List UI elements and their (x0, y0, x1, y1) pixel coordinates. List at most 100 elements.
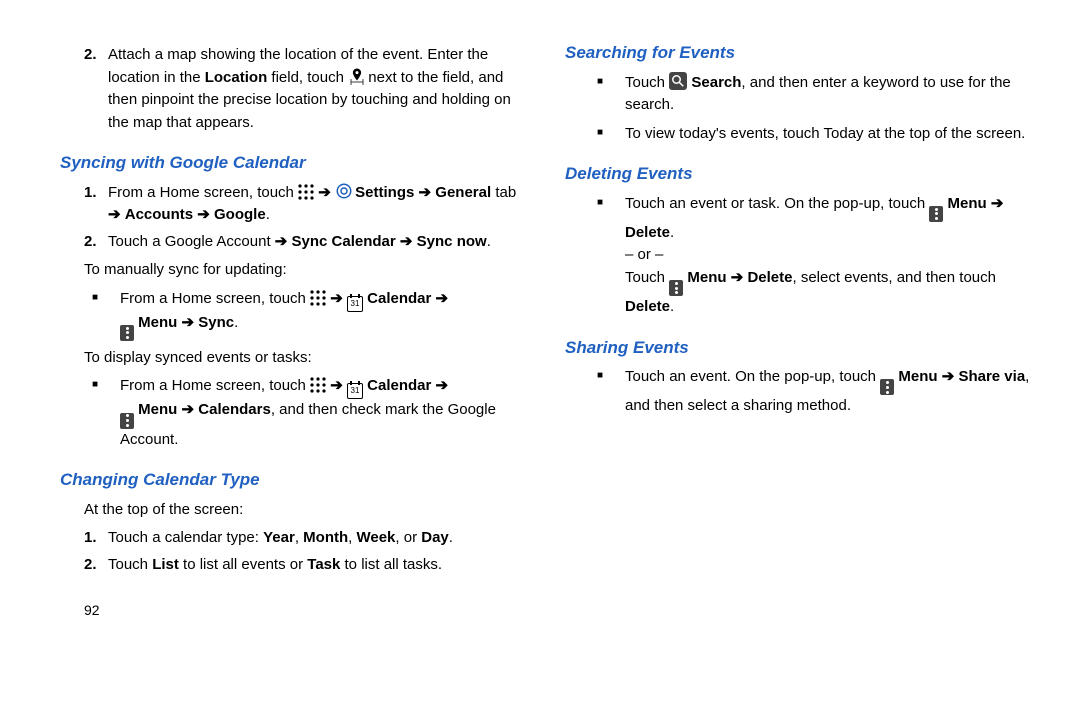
bold: Accounts (125, 206, 193, 223)
page-number: 92 (84, 600, 525, 621)
bold: Calendar (367, 377, 431, 394)
bullet-list: Touch Search, and then enter a keyword t… (565, 72, 1030, 146)
map-pin-icon (348, 67, 364, 83)
bold: Month (303, 529, 348, 546)
bold: General (435, 184, 491, 201)
text: From a Home screen, touch (108, 184, 298, 201)
number-label: 1. (84, 527, 97, 550)
bullet-list: Touch an event or task. On the pop-up, t… (565, 193, 1030, 319)
apps-grid-icon (310, 290, 326, 306)
arrow-icon: ➔ (182, 314, 195, 331)
list-item: Touch Search, and then enter a keyword t… (589, 72, 1030, 117)
apps-grid-icon (298, 184, 314, 200)
text: , and then check mark the Google Account… (120, 401, 496, 447)
text: Touch an event. On the pop-up, touch (625, 368, 880, 385)
list-item: To view today's events, touch Today at t… (589, 123, 1030, 146)
text: Touch (625, 269, 669, 286)
bold: Delete (747, 269, 792, 286)
list-item: 2. Attach a map showing the location of … (84, 44, 525, 134)
bold: Share via (958, 368, 1025, 385)
text: Touch a Google Account (108, 233, 275, 250)
menu-dots-icon (880, 379, 894, 395)
numbered-list-sync: 1. From a Home screen, touch ➔ Settings … (60, 182, 525, 254)
para: To display synced events or tasks: (84, 347, 525, 370)
bold: Search (691, 74, 741, 91)
arrow-icon: ➔ (419, 184, 432, 201)
list-item: From a Home screen, touch ➔ 31 Calendar … (84, 375, 525, 451)
heading-sharing: Sharing Events (565, 335, 1030, 361)
list-item: 1. From a Home screen, touch ➔ Settings … (84, 182, 525, 227)
menu-dots-icon (669, 280, 683, 296)
arrow-icon: ➔ (275, 233, 288, 250)
bold: Year (263, 529, 295, 546)
bold: Sync Calendar (292, 233, 396, 250)
heading-changing: Changing Calendar Type (60, 467, 525, 493)
bold: Settings (355, 184, 414, 201)
arrow-icon: ➔ (108, 206, 121, 223)
menu-dots-icon (120, 413, 134, 429)
bold: Delete (625, 298, 670, 315)
bold: Sync now (417, 233, 487, 250)
arrow-icon: ➔ (197, 206, 210, 223)
bold: Menu (898, 368, 937, 385)
right-column: Searching for Events Touch Search, and t… (565, 40, 1030, 621)
bold: Location (205, 69, 268, 86)
arrow-icon: ➔ (991, 195, 1004, 212)
bold: Menu (138, 401, 177, 418)
text: – or – (625, 246, 663, 263)
arrow-icon: ➔ (400, 233, 413, 250)
numbered-list-top: 2. Attach a map showing the location of … (60, 44, 525, 134)
text: Touch an event or task. On the pop-up, t… (625, 195, 929, 212)
text: From a Home screen, touch (120, 377, 310, 394)
settings-gear-icon (335, 182, 351, 198)
text: to list all events or (179, 556, 307, 573)
para: To manually sync for updating: (84, 259, 525, 282)
menu-dots-icon (929, 206, 943, 222)
bold: Google (214, 206, 266, 223)
arrow-icon: ➔ (318, 184, 331, 201)
list-item: 1. Touch a calendar type: Year, Month, W… (84, 527, 525, 550)
list-item: 2. Touch a Google Account ➔ Sync Calenda… (84, 231, 525, 254)
bold: Menu (687, 269, 726, 286)
list-item: From a Home screen, touch ➔ 31 Calendar … (84, 288, 525, 341)
text: field, touch (267, 69, 348, 86)
number-label: 2. (84, 44, 97, 67)
text: , select events, and then touch (793, 269, 996, 286)
bold: Menu (948, 195, 987, 212)
arrow-icon: ➔ (330, 290, 343, 307)
bold: List (152, 556, 179, 573)
heading-searching: Searching for Events (565, 40, 1030, 66)
menu-dots-icon (120, 325, 134, 341)
bold: Task (307, 556, 340, 573)
bullet-list: From a Home screen, touch ➔ 31 Calendar … (60, 288, 525, 341)
page: 2. Attach a map showing the location of … (0, 0, 1080, 641)
text: To view today's events, touch Today at t… (625, 125, 1025, 142)
list-item: Touch an event. On the pop-up, touch Men… (589, 366, 1030, 418)
left-column: 2. Attach a map showing the location of … (60, 40, 525, 621)
list-item: Touch an event or task. On the pop-up, t… (589, 193, 1030, 319)
bold: Day (421, 529, 449, 546)
text: tab (491, 184, 516, 201)
bold: Calendar (367, 290, 431, 307)
number-label: 1. (84, 182, 97, 205)
arrow-icon: ➔ (330, 377, 343, 394)
arrow-icon: ➔ (731, 269, 744, 286)
list-item: 2. Touch List to list all events or Task… (84, 554, 525, 577)
bold: Delete (625, 224, 670, 241)
heading-deleting: Deleting Events (565, 161, 1030, 187)
arrow-icon: ➔ (436, 290, 449, 307)
text: Touch (625, 74, 669, 91)
bold: Calendars (198, 401, 271, 418)
bold: Menu (138, 314, 177, 331)
apps-grid-icon (310, 377, 326, 393)
text: Touch a calendar type: (108, 529, 263, 546)
bullet-list: Touch an event. On the pop-up, touch Men… (565, 366, 1030, 418)
bold: Sync (198, 314, 234, 331)
calendar-icon: 31 (347, 296, 363, 312)
bold: Week (356, 529, 395, 546)
calendar-icon: 31 (347, 383, 363, 399)
text: Touch (108, 556, 152, 573)
arrow-icon: ➔ (942, 368, 955, 385)
bullet-list: From a Home screen, touch ➔ 31 Calendar … (60, 375, 525, 451)
arrow-icon: ➔ (182, 401, 195, 418)
